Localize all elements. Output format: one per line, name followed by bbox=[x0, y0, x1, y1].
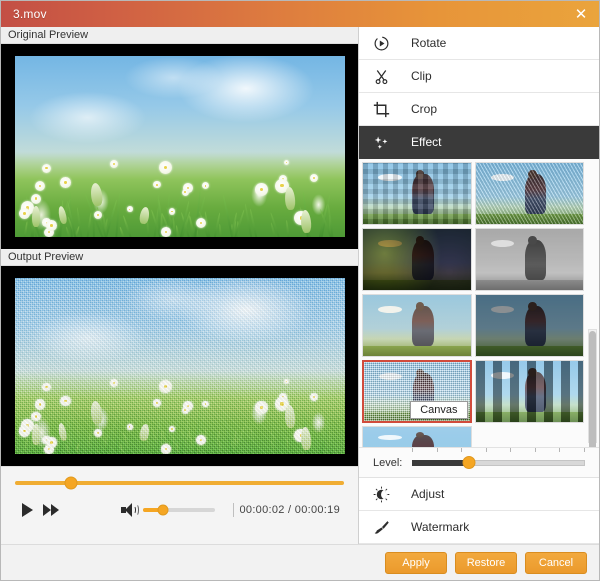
effect-thumbnail[interactable]: Canvas bbox=[362, 360, 472, 423]
effects-scrollbar[interactable] bbox=[588, 329, 597, 447]
sparkles-icon bbox=[373, 134, 403, 151]
menu-label-watermark: Watermark bbox=[411, 520, 470, 534]
effect-preview-image bbox=[475, 163, 583, 224]
time-display: 00:00:02 / 00:00:19 bbox=[239, 504, 340, 516]
output-preview-stage bbox=[1, 266, 358, 466]
seek-thumb[interactable] bbox=[64, 476, 78, 490]
menu-label-clip: Clip bbox=[411, 69, 432, 83]
level-row: Level: bbox=[359, 447, 599, 478]
effect-overlay bbox=[475, 229, 583, 290]
restore-button[interactable]: Restore bbox=[455, 551, 517, 574]
effect-preview-image bbox=[475, 229, 583, 290]
effect-thumbnail[interactable] bbox=[362, 426, 472, 447]
brush-icon bbox=[373, 519, 403, 536]
window-body: Original Preview Output Preview 00:00:02… bbox=[1, 27, 599, 544]
cancel-button[interactable]: Cancel bbox=[525, 551, 587, 574]
volume-slider[interactable] bbox=[143, 504, 215, 516]
menu-item-adjust[interactable]: Adjust bbox=[359, 478, 599, 511]
menu-label-rotate: Rotate bbox=[411, 36, 447, 50]
effects-panel: Canvas bbox=[359, 159, 599, 448]
volume-group bbox=[121, 503, 234, 517]
title-bar: 3.mov ✕ bbox=[1, 1, 599, 27]
window-title: 3.mov bbox=[13, 7, 47, 21]
effect-preview-image bbox=[475, 361, 583, 422]
transport-controls: 00:00:02 / 00:00:19 bbox=[1, 466, 358, 544]
effect-thumbnail[interactable] bbox=[362, 228, 472, 291]
effects-grid: Canvas bbox=[359, 159, 586, 447]
effect-thumbnail[interactable] bbox=[362, 162, 472, 225]
level-label: Level: bbox=[373, 456, 403, 469]
speaker-icon[interactable] bbox=[121, 503, 139, 517]
effect-overlay bbox=[475, 295, 583, 356]
effect-thumbnail[interactable] bbox=[474, 294, 584, 357]
output-preview-label: Output Preview bbox=[1, 249, 358, 266]
menu-item-clip[interactable]: Clip bbox=[359, 60, 599, 93]
dialog-button-bar: Apply Restore Cancel bbox=[1, 544, 599, 580]
level-thumb[interactable] bbox=[462, 456, 476, 469]
canvas-effect-overlay bbox=[14, 278, 345, 454]
original-preview-stage bbox=[1, 44, 358, 249]
effect-thumbnail[interactable] bbox=[474, 162, 584, 225]
menu-item-effect[interactable]: Effect bbox=[359, 126, 599, 159]
crop-icon bbox=[373, 101, 403, 118]
effects-scrollbar-thumb[interactable] bbox=[589, 331, 596, 447]
effect-tooltip: Canvas bbox=[410, 401, 468, 419]
output-video-frame bbox=[14, 266, 345, 466]
effect-overlay bbox=[363, 163, 471, 224]
brightness-icon bbox=[373, 486, 403, 503]
menu-label-crop: Crop bbox=[411, 102, 438, 116]
original-preview-label: Original Preview bbox=[1, 27, 358, 44]
effect-preview-image bbox=[475, 295, 583, 356]
effect-overlay bbox=[475, 163, 583, 224]
close-icon[interactable]: ✕ bbox=[571, 4, 591, 24]
menu-item-crop[interactable]: Crop bbox=[359, 93, 599, 126]
original-video-frame bbox=[14, 44, 345, 249]
menu-label-adjust: Adjust bbox=[411, 487, 445, 501]
effect-thumbnail[interactable] bbox=[362, 294, 472, 357]
effect-thumbnail[interactable] bbox=[474, 228, 584, 291]
menu-item-watermark[interactable]: Watermark bbox=[359, 511, 599, 544]
effect-thumbnail[interactable] bbox=[474, 360, 584, 423]
effect-preview-image bbox=[363, 295, 471, 356]
video-editor-window: 3.mov ✕ Original Preview Output Preview bbox=[0, 0, 600, 581]
volume-thumb[interactable] bbox=[157, 504, 169, 516]
effect-overlay bbox=[363, 295, 471, 356]
fast-forward-icon[interactable] bbox=[39, 499, 63, 521]
tools-pane: Rotate Clip Crop Effect Canvas Level: Ad… bbox=[359, 27, 599, 544]
menu-item-rotate[interactable]: Rotate bbox=[359, 27, 599, 60]
effect-overlay bbox=[363, 427, 471, 447]
level-ticks bbox=[412, 447, 585, 452]
effect-preview-image bbox=[363, 427, 471, 447]
apply-button[interactable]: Apply bbox=[385, 551, 447, 574]
preview-pane: Original Preview Output Preview 00:00:02… bbox=[1, 27, 359, 544]
scissors-icon bbox=[373, 68, 403, 85]
playback-row: 00:00:02 / 00:00:19 bbox=[11, 499, 348, 521]
effect-preview-image bbox=[363, 163, 471, 224]
seek-row bbox=[11, 476, 348, 490]
effect-overlay bbox=[475, 361, 583, 422]
play-icon[interactable] bbox=[15, 499, 39, 521]
menu-label-effect: Effect bbox=[411, 135, 442, 149]
divider bbox=[233, 503, 234, 517]
effect-preview-image bbox=[363, 229, 471, 290]
seek-slider[interactable] bbox=[15, 476, 344, 490]
rotate-icon bbox=[373, 35, 403, 52]
effect-overlay bbox=[363, 229, 471, 290]
level-slider[interactable] bbox=[412, 447, 585, 469]
